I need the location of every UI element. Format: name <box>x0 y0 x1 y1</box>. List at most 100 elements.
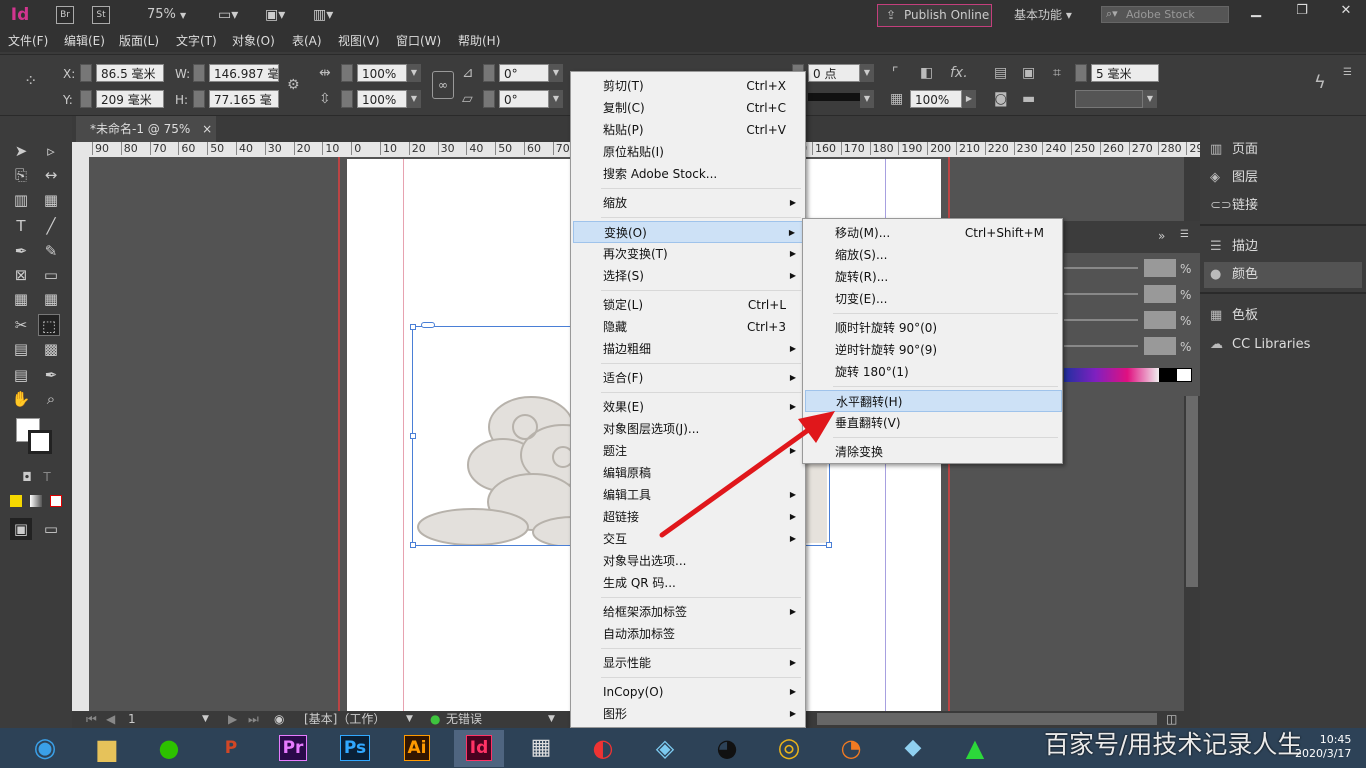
scale-y-dropdown[interactable]: ▼ <box>407 90 421 108</box>
panel-pages[interactable]: ▥ 页面 <box>1210 137 1258 163</box>
apply-color-icon[interactable] <box>10 495 22 507</box>
menu-item[interactable]: 搜索 Adobe Stock... <box>573 163 804 185</box>
submenu-item[interactable]: 缩放(S)... <box>805 244 1062 266</box>
opacity-dropdown[interactable]: ▶ <box>962 90 976 108</box>
scroll-thumb[interactable] <box>1186 387 1198 587</box>
white-black-swatch[interactable] <box>1176 368 1192 382</box>
panel-links[interactable]: ⊂⊃链接 <box>1210 193 1258 219</box>
workspace-switcher[interactable]: 基本功能 ▾ <box>1014 0 1072 30</box>
menu-item[interactable]: 对象导出选项... <box>573 550 804 572</box>
app-icon-2[interactable]: ◈ <box>640 730 690 767</box>
submenu-item[interactable]: 顺时针旋转 90°(0) <box>805 317 1062 339</box>
submenu-item[interactable]: 旋转 180°(1) <box>805 361 1062 383</box>
system-clock[interactable]: 10:45 2020/3/17 <box>1295 733 1351 761</box>
lightning-icon[interactable]: ϟ <box>1314 74 1326 92</box>
indesign-taskbar-icon[interactable]: Id <box>454 730 504 767</box>
direct-selection-tool-icon[interactable]: ▹ <box>40 140 62 162</box>
first-page-icon[interactable]: ⏮ <box>86 711 97 728</box>
scale-x-dropdown[interactable]: ▼ <box>407 64 421 82</box>
panel-layers[interactable]: ◈ 图层 <box>1210 165 1258 191</box>
open-page-icon[interactable]: ◉ <box>274 711 284 728</box>
selection-tool-icon[interactable]: ➤ <box>10 140 32 162</box>
h-field[interactable]: 77.165 毫 <box>209 90 279 108</box>
w-field[interactable]: 146.987 毫 <box>209 64 279 82</box>
last-page-icon[interactable]: ⏭ <box>248 711 259 728</box>
submenu-item[interactable]: 垂直翻转(V) <box>805 412 1062 434</box>
submenu-item[interactable]: 水平翻转(H) <box>805 390 1062 412</box>
gap-tool-icon[interactable]: ↔ <box>40 164 62 186</box>
menu-item[interactable]: 粘贴(P) Ctrl+V <box>573 119 804 141</box>
constrain-proportions-icon[interactable]: ⚙ <box>287 77 300 93</box>
stroke-swatch[interactable] <box>28 430 52 454</box>
text-wrap-none-icon[interactable]: ▤ <box>994 65 1007 81</box>
menu-edit[interactable]: 编辑(E) <box>64 30 105 52</box>
apply-none-icon[interactable] <box>50 495 62 507</box>
page-dropdown-icon[interactable]: ▼ <box>202 711 209 728</box>
menu-item[interactable]: 复制(C) Ctrl+C <box>573 97 804 119</box>
horizontal-scrollbar[interactable] <box>817 713 1157 725</box>
menu-item[interactable]: 变换(O) ▶ <box>573 221 804 243</box>
menu-item[interactable]: 图形 ▶ <box>573 703 804 725</box>
submenu-item[interactable]: 清除变换 <box>805 441 1062 463</box>
stroke-weight-dropdown[interactable]: ▼ <box>860 64 874 82</box>
scale-x-field[interactable]: 100% <box>357 64 407 82</box>
text-wrap-bbox-icon[interactable]: ▣ <box>1022 65 1035 81</box>
document-tab[interactable]: *未命名-1 @ 75% × <box>76 116 216 142</box>
menu-item[interactable]: InCopy(O) ▶ <box>573 681 804 703</box>
x-field[interactable]: 86.5 毫米 <box>96 64 164 82</box>
shear-spinner[interactable] <box>483 90 495 108</box>
eyedropper-tool-icon[interactable]: ✒ <box>40 364 62 386</box>
content-placer-icon[interactable]: ▦ <box>40 189 62 211</box>
y-field[interactable]: 209 毫米 <box>96 90 164 108</box>
page-tool-icon[interactable]: ⎘ <box>10 164 32 186</box>
menu-layout[interactable]: 版面(L) <box>119 30 159 52</box>
wechat-icon[interactable]: ● <box>144 730 194 767</box>
menu-type[interactable]: 文字(T) <box>176 30 217 52</box>
screen-mode-icon[interactable]: ▭▾ <box>218 0 238 30</box>
menu-object[interactable]: 对象(O) <box>232 30 275 52</box>
menu-item[interactable]: 隐藏 Ctrl+3 <box>573 316 804 338</box>
slider-y-value[interactable] <box>1144 311 1176 329</box>
rotate-field[interactable]: 0° <box>499 64 549 82</box>
color-spectrum[interactable] <box>1064 368 1176 382</box>
note-tool-icon[interactable]: ▤ <box>10 364 32 386</box>
submenu-item[interactable]: 逆时针旋转 90°(9) <box>805 339 1062 361</box>
corner-shape-icon[interactable]: ⌜ <box>892 65 899 81</box>
panel-cc-libraries[interactable]: ☁ CC Libraries <box>1210 332 1310 358</box>
reference-point-icon[interactable]: ⁘ <box>24 73 37 89</box>
app-icon-4[interactable]: ◆ <box>888 730 938 767</box>
menu-item[interactable]: 给框架添加标签 ▶ <box>573 601 804 623</box>
preview-mode-icon[interactable]: ▭ <box>40 518 62 540</box>
menu-item[interactable]: 再次变换(T) ▶ <box>573 243 804 265</box>
rotate-dropdown[interactable]: ▼ <box>549 64 563 82</box>
content-collector-icon[interactable]: ▥ <box>10 189 32 211</box>
app-icon-1[interactable]: ◐ <box>578 730 628 767</box>
slider-y[interactable] <box>1064 319 1138 321</box>
minimize-button[interactable]: ▁ <box>1240 0 1272 22</box>
menu-item[interactable]: 生成 QR 码... <box>573 572 804 594</box>
pencil-tool-icon[interactable]: ✎ <box>40 240 62 262</box>
pen-tool-icon[interactable]: ✒ <box>10 240 32 262</box>
content-grabber-icon[interactable] <box>421 322 435 328</box>
stroke-weight-field[interactable]: 0 点 <box>808 64 860 82</box>
gradient-swatch-tool-icon[interactable]: ▤ <box>10 338 32 360</box>
free-transform-tool-icon[interactable]: ⬚ <box>38 314 60 336</box>
slider-m-value[interactable] <box>1144 285 1176 303</box>
menu-item[interactable]: 原位粘贴(I) <box>573 141 804 163</box>
text-wrap-jump-icon[interactable]: ▬ <box>1022 91 1035 107</box>
grid-tool-icon[interactable]: ▦ <box>40 288 62 310</box>
arrange-documents-icon[interactable]: ▥▾ <box>313 0 333 30</box>
collapse-panel-icon[interactable]: » <box>1158 229 1165 243</box>
panel-color[interactable]: ● 颜色 <box>1204 262 1362 288</box>
edge-browser-icon[interactable]: ◉ <box>20 730 70 767</box>
table-tool-icon[interactable]: ▦ <box>10 288 32 310</box>
illustrator-icon[interactable]: Ai <box>392 730 442 767</box>
zoom-level[interactable]: 75% ▼ <box>147 0 186 31</box>
rotate-spinner[interactable] <box>483 64 495 82</box>
close-window-button[interactable]: ✕ <box>1330 0 1362 22</box>
size-field[interactable]: 5 毫米 <box>1091 64 1159 82</box>
zoom-tool-icon[interactable]: ⌕ <box>40 388 62 410</box>
drop-shadow-icon[interactable]: ◧ <box>920 65 933 81</box>
slider-k-value[interactable] <box>1144 337 1176 355</box>
submenu-item[interactable]: 旋转(R)... <box>805 266 1062 288</box>
